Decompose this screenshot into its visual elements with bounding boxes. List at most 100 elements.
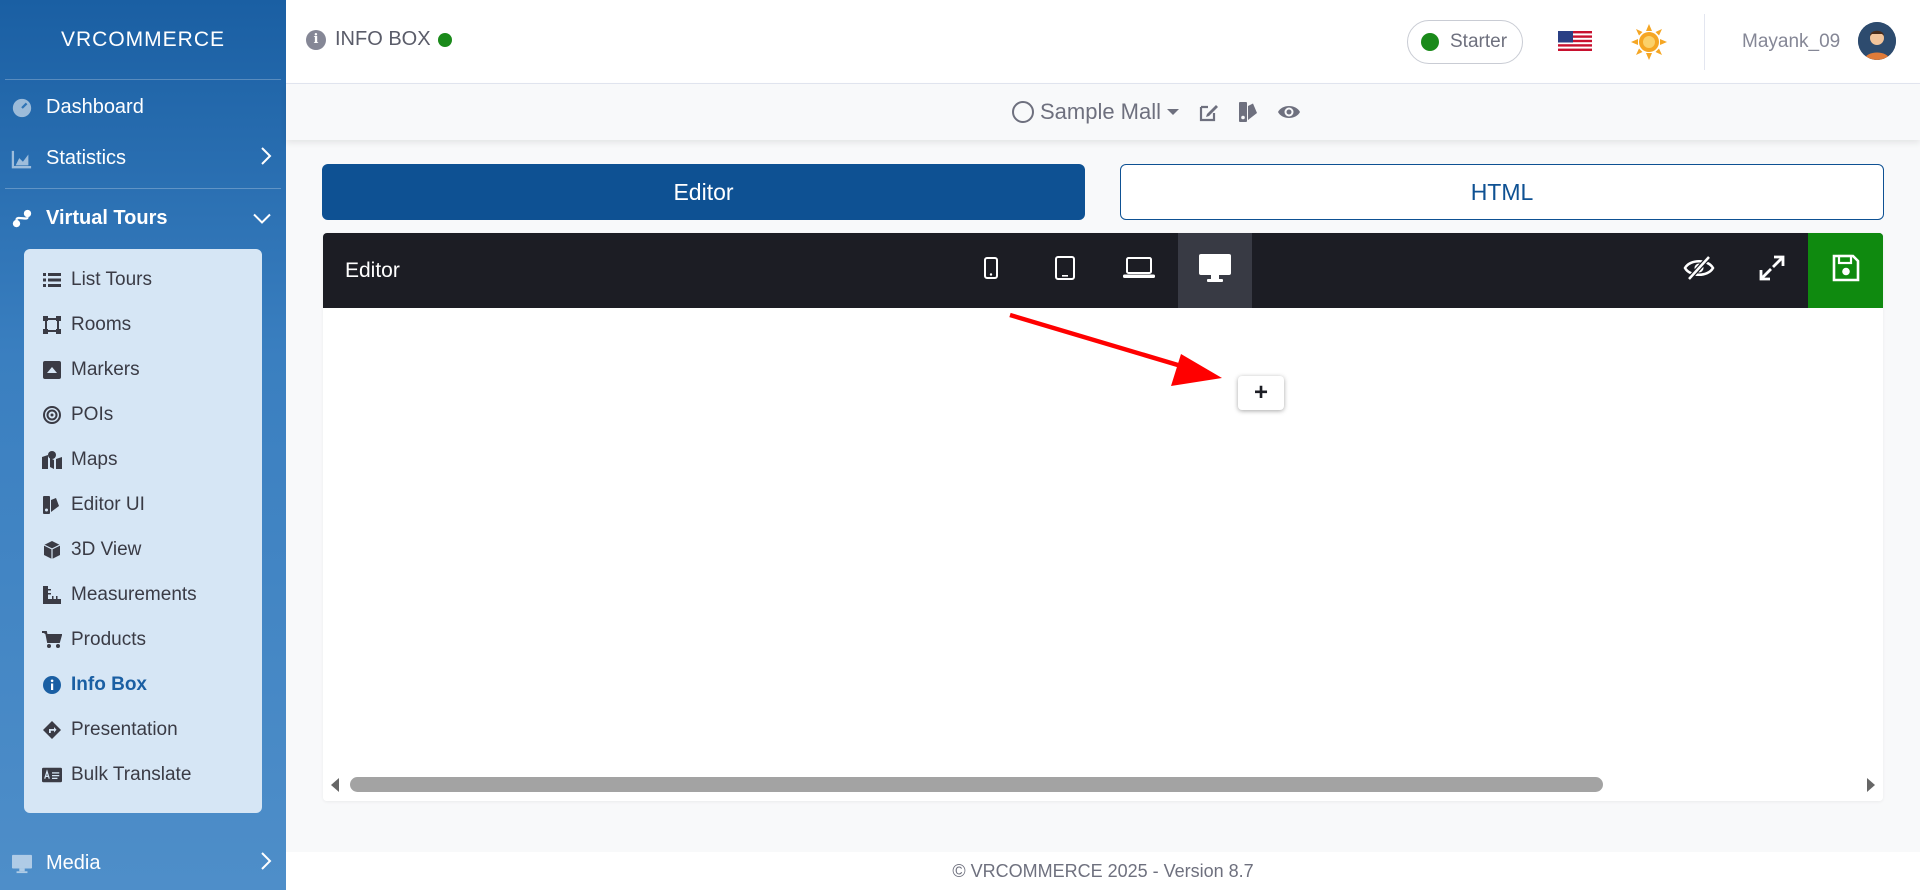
directions-icon (42, 720, 62, 740)
sidebar-item-label: Media (46, 852, 101, 874)
tablet-icon (1055, 256, 1075, 285)
submenu-item-label: Editor UI (71, 493, 145, 515)
editor-toolbar: Editor (323, 233, 1883, 308)
submenu-item-label: Bulk Translate (71, 763, 192, 785)
tour-selector[interactable]: Sample Mall (1011, 99, 1180, 125)
ruler-icon (42, 585, 62, 605)
caret-down-icon (1167, 109, 1180, 115)
save-icon (1832, 254, 1860, 287)
sun-icon[interactable] (1630, 23, 1668, 61)
editor-title: Editor (345, 259, 400, 282)
swatchbook-icon (42, 495, 62, 515)
sidebar-item-media[interactable]: Media (0, 838, 286, 889)
save-button[interactable] (1808, 233, 1883, 308)
submenu-item-3d-view[interactable]: 3D View (24, 527, 262, 572)
swatchbook-icon[interactable] (1237, 100, 1261, 124)
add-block-button[interactable]: + (1238, 376, 1284, 410)
fullscreen-button[interactable] (1735, 233, 1809, 308)
sidebar-divider (5, 188, 281, 189)
plan-status-dot (1421, 33, 1439, 51)
submenu-item-presentation[interactable]: Presentation (24, 707, 262, 752)
tour-actions (1197, 100, 1301, 124)
chevron-down-icon (252, 207, 272, 230)
topbar-divider (1704, 14, 1705, 70)
bullseye-icon (42, 405, 62, 425)
info-circle-icon: i (306, 29, 326, 50)
sidebar-item-label: Virtual Tours (46, 207, 168, 229)
device-desktop-button[interactable] (1178, 233, 1252, 308)
chevron-right-icon (260, 146, 272, 172)
submenu-item-markers[interactable]: Markers (24, 347, 262, 392)
submenu-item-list-tours[interactable]: List Tours (24, 257, 262, 302)
info-circle-icon (42, 675, 62, 695)
circle-icon (1011, 101, 1034, 123)
submenu-item-label: Measurements (71, 583, 197, 605)
scroll-right-icon[interactable] (1867, 778, 1875, 792)
eye-icon[interactable] (1277, 100, 1301, 124)
avatar[interactable] (1858, 22, 1896, 60)
sidebar: VRCOMMERCE Dashboard Statistics Virtual … (0, 0, 286, 890)
virtual-tours-submenu: List Tours Rooms Markers POIs Maps Edito… (24, 249, 262, 813)
html-mode-button[interactable]: HTML (1120, 164, 1884, 220)
scrollbar-thumb[interactable] (350, 777, 1603, 792)
language-icon (42, 765, 62, 785)
editor-canvas[interactable]: + (323, 308, 1883, 768)
submenu-item-label: POIs (71, 403, 114, 425)
desktop-icon (1199, 254, 1231, 287)
footer: © VRCOMMERCE 2025 - Version 8.7 (286, 852, 1920, 890)
list-icon (42, 270, 62, 290)
expand-arrows-icon (1759, 255, 1785, 286)
map-marked-icon (42, 450, 62, 470)
submenu-item-label: Products (71, 628, 146, 650)
submenu-item-measurements[interactable]: Measurements (24, 572, 262, 617)
sidebar-item-statistics[interactable]: Statistics (0, 133, 286, 184)
horizontal-scrollbar[interactable] (323, 768, 1883, 801)
brand-logo-text: VRCOMMERCE (60, 27, 225, 51)
sidebar-item-label: Dashboard (46, 96, 144, 118)
cube-icon (42, 540, 62, 560)
submenu-item-info-box[interactable]: Info Box (24, 662, 262, 707)
device-mobile-button[interactable] (954, 233, 1028, 308)
submenu-item-label: Maps (71, 448, 118, 470)
brand-logo[interactable]: VRCOMMERCE (5, 0, 281, 80)
submenu-item-label: 3D View (71, 538, 142, 560)
tour-selector-label: Sample Mall (1039, 99, 1162, 124)
submenu-item-rooms[interactable]: Rooms (24, 302, 262, 347)
edit-icon[interactable] (1197, 100, 1221, 124)
submenu-item-label: Info Box (71, 673, 147, 695)
submenu-item-label: Rooms (71, 313, 132, 335)
vector-square-icon (42, 315, 62, 335)
submenu-item-pois[interactable]: POIs (24, 392, 262, 437)
scroll-left-icon[interactable] (331, 778, 339, 792)
device-laptop-button[interactable] (1102, 233, 1176, 308)
editor-mode-button[interactable]: Editor (322, 164, 1085, 220)
submenu-item-maps[interactable]: Maps (24, 437, 262, 482)
route-icon (10, 207, 34, 231)
sidebar-item-dashboard[interactable]: Dashboard (0, 82, 286, 133)
us-flag-icon[interactable] (1558, 31, 1592, 53)
submenu-item-label: Presentation (71, 718, 178, 740)
plan-badge[interactable]: Starter (1407, 20, 1523, 64)
status-dot (437, 32, 452, 47)
sidebar-item-virtual-tours[interactable]: Virtual Tours (0, 193, 286, 244)
desktop-icon (10, 852, 34, 876)
submenu-item-editor-ui[interactable]: Editor UI (24, 482, 262, 527)
chevron-right-icon (260, 851, 272, 877)
submenu-item-bulk-translate[interactable]: Bulk Translate (24, 752, 262, 797)
device-tablet-button[interactable] (1028, 233, 1102, 308)
username[interactable]: Mayank_09 (1742, 31, 1840, 53)
page-title-text: INFO BOX (335, 28, 431, 50)
red-arrow-annotation (1009, 312, 1222, 386)
submenu-item-label: List Tours (71, 268, 152, 290)
topbar: i INFO BOX Starter Mayank_09 (286, 0, 1920, 84)
tour-toolbar: Sample Mall (286, 84, 1920, 140)
plan-label: Starter (1450, 31, 1508, 52)
caret-square-icon (42, 360, 62, 380)
submenu-item-products[interactable]: Products (24, 617, 262, 662)
hide-preview-button[interactable] (1662, 233, 1736, 308)
eye-slash-icon (1683, 255, 1715, 286)
laptop-icon (1123, 257, 1155, 284)
shopping-cart-icon (42, 630, 62, 650)
sidebar-item-label: Statistics (46, 147, 127, 169)
footer-text: © VRCOMMERCE 2025 - Version 8.7 (952, 860, 1254, 881)
